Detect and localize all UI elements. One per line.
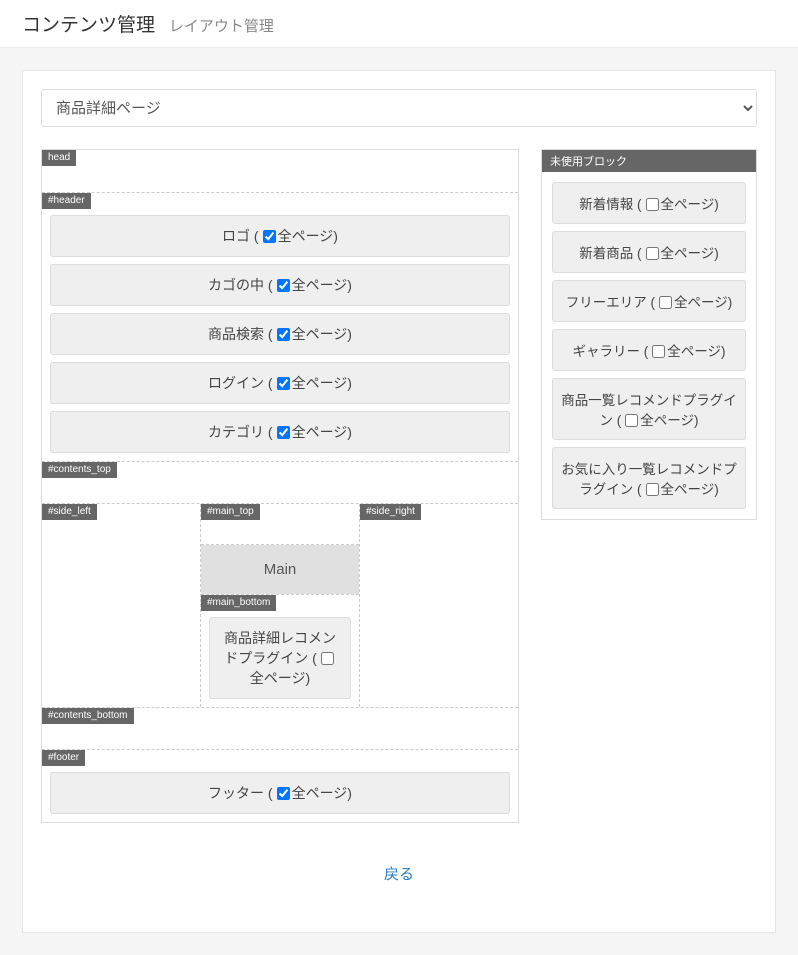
region-tag-footer: #footer <box>42 750 85 766</box>
region-side-right[interactable]: #side_right <box>359 504 518 707</box>
all-pages-label: 全ページ) <box>667 344 725 359</box>
region-tag-main-bottom: #main_bottom <box>201 595 276 611</box>
region-head[interactable]: head <box>42 150 518 192</box>
all-pages-label: 全ページ) <box>250 670 310 686</box>
layout-block-label: 新着情報 ( <box>579 197 641 212</box>
layout-block-label: ロゴ ( <box>222 228 259 244</box>
all-pages-label: 全ページ) <box>661 197 719 212</box>
layout-block[interactable]: フッター ( 全ページ) <box>50 772 510 814</box>
region-main-bottom-blocks: 商品詳細レコメンドプラグイン ( 全ページ) <box>209 603 351 699</box>
region-footer[interactable]: #footer フッター ( 全ページ) <box>42 749 518 822</box>
all-pages-checkbox[interactable] <box>652 345 665 358</box>
all-pages-checkbox[interactable] <box>625 414 638 427</box>
region-contents-bottom[interactable]: #contents_bottom <box>42 707 518 749</box>
region-side-left[interactable]: #side_left <box>42 504 200 707</box>
region-main: Main <box>201 544 359 594</box>
region-footer-blocks: フッター ( 全ページ) <box>50 758 510 814</box>
region-tag-contents-bottom: #contents_bottom <box>42 708 134 724</box>
layout-block[interactable]: フリーエリア ( 全ページ) <box>552 280 746 322</box>
all-pages-checkbox[interactable] <box>277 328 290 341</box>
layout-structure: head #header ロゴ ( 全ページ) カゴの中 ( 全ページ) 商品検索 ( 全… <box>41 149 519 823</box>
layout-block[interactable]: カゴの中 ( 全ページ) <box>50 264 510 306</box>
all-pages-label: 全ページ) <box>292 424 352 440</box>
unused-title: 未使用ブロック <box>542 150 756 172</box>
layout-block-label: フッター ( <box>208 785 273 801</box>
region-contents-top[interactable]: #contents_top <box>42 461 518 503</box>
all-pages-label: 全ページ) <box>292 277 352 293</box>
layout-block-label: ログイン ( <box>208 375 273 391</box>
layout-panel: 商品詳細ページ head #header ロゴ ( 全ページ) カゴの中 ( 全ページ… <box>22 70 776 933</box>
layout-block-label: フリーエリア ( <box>566 295 655 310</box>
all-pages-label: 全ページ) <box>292 326 352 342</box>
layout-block-label: 商品検索 ( <box>208 326 273 342</box>
all-pages-checkbox[interactable] <box>321 652 334 665</box>
all-pages-checkbox[interactable] <box>646 247 659 260</box>
region-tag-header: #header <box>42 193 91 209</box>
all-pages-label: 全ページ) <box>674 295 732 310</box>
layout-block[interactable]: ログイン ( 全ページ) <box>50 362 510 404</box>
region-main-top[interactable]: #main_top <box>201 504 359 544</box>
all-pages-label: 全ページ) <box>661 482 719 497</box>
region-header[interactable]: #header ロゴ (全ページ)カゴの中 (全ページ)商品検索 (全ページ)ロ… <box>42 192 518 461</box>
all-pages-checkbox[interactable] <box>277 426 290 439</box>
layout-block-label: カテゴリ ( <box>208 424 273 440</box>
region-tag-side-left: #side_left <box>42 504 97 520</box>
all-pages-label: 全ページ) <box>278 228 338 244</box>
layout-block-label: 商品詳細レコメンドプラグイン ( <box>224 630 336 666</box>
all-pages-label: 全ページ) <box>292 785 352 801</box>
page-select[interactable]: 商品詳細ページ <box>41 89 757 127</box>
layout-block[interactable]: ロゴ ( 全ページ) <box>50 215 510 257</box>
all-pages-checkbox[interactable] <box>263 230 276 243</box>
layout-block[interactable]: カテゴリ ( 全ページ) <box>50 411 510 453</box>
layout-block[interactable]: ギャラリー ( 全ページ) <box>552 329 746 371</box>
layout-block[interactable]: 新着情報 ( 全ページ) <box>552 182 746 224</box>
page-subtitle: レイアウト管理 <box>169 18 274 35</box>
all-pages-label: 全ページ) <box>661 246 719 261</box>
all-pages-checkbox[interactable] <box>277 279 290 292</box>
region-tag-main-top: #main_top <box>201 504 260 520</box>
back-link[interactable]: 戻る <box>384 866 414 883</box>
main-block: Main <box>201 545 359 594</box>
page-title: コンテンツ管理 <box>22 10 155 37</box>
all-pages-checkbox[interactable] <box>646 198 659 211</box>
top-bar: コンテンツ管理 レイアウト管理 <box>0 0 798 48</box>
all-pages-checkbox[interactable] <box>277 377 290 390</box>
layout-block[interactable]: お気に入り一覧レコメンドプラグイン (全ページ) <box>552 447 746 509</box>
all-pages-checkbox[interactable] <box>277 787 290 800</box>
region-tag-contents-top: #contents_top <box>42 462 117 478</box>
layout-block[interactable]: 商品検索 ( 全ページ) <box>50 313 510 355</box>
region-tag-head: head <box>42 150 76 166</box>
all-pages-label: 全ページ) <box>292 375 352 391</box>
region-header-blocks: ロゴ ( 全ページ) カゴの中 ( 全ページ) 商品検索 ( 全ページ) ログイン ( 全ペー… <box>50 201 510 453</box>
unused-blocks: 新着情報 (全ページ)新着商品 (全ページ)フリーエリア (全ページ)ギャラリー… <box>542 172 756 519</box>
all-pages-checkbox[interactable] <box>646 483 659 496</box>
layout-block[interactable]: 商品一覧レコメンドプラグイン (全ページ) <box>552 378 746 440</box>
layout-block[interactable]: 新着商品 ( 全ページ) <box>552 231 746 273</box>
all-pages-label: 全ページ) <box>640 413 698 428</box>
layout-block-label: ギャラリー ( <box>573 344 649 359</box>
layout-block[interactable]: 商品詳細レコメンドプラグイン ( 全ページ) <box>209 617 351 699</box>
layout-block-label: カゴの中 ( <box>208 277 273 293</box>
region-main-column: #main_top Main #main_bottom 商品詳細レコメンドプラグ… <box>200 504 359 707</box>
layout-block-label: 新着商品 ( <box>579 246 641 261</box>
region-tag-side-right: #side_right <box>360 504 421 520</box>
all-pages-checkbox[interactable] <box>659 296 672 309</box>
unused-panel[interactable]: 未使用ブロック 新着情報 ( 全ページ) 新着商品 ( 全ページ) フリーエリア ( 全ペ… <box>541 149 757 520</box>
region-main-bottom[interactable]: #main_bottom 商品詳細レコメンドプラグイン ( 全ページ) <box>201 594 359 707</box>
